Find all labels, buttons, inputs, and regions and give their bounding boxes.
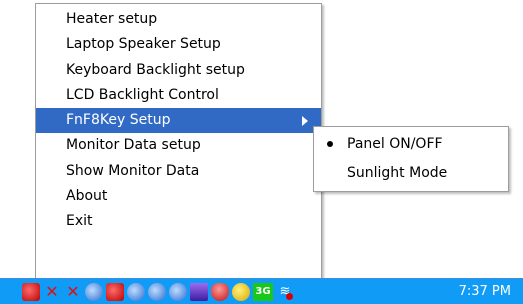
submenu-item-panel-on-off[interactable]: Panel ON/OFF xyxy=(314,130,508,159)
menu-item-heater-setup[interactable]: Heater setup xyxy=(36,7,321,32)
submenu-arrow-icon xyxy=(302,116,308,127)
security-icon[interactable] xyxy=(169,283,187,301)
sync-icon[interactable] xyxy=(127,283,145,301)
menu-item-label: Monitor Data setup xyxy=(66,137,201,154)
submenu-item-sunlight-mode[interactable]: Sunlight Mode xyxy=(314,159,508,188)
menu-item-exit[interactable]: Exit xyxy=(36,209,321,234)
menu-item-label: Laptop Speaker Setup xyxy=(66,36,221,53)
menu-item-label: FnF8Key Setup xyxy=(66,112,171,129)
menu-item-lcd-backlight-control[interactable]: LCD Backlight Control xyxy=(36,83,321,108)
menu-item-about[interactable]: About xyxy=(36,184,321,209)
menu-item-laptop-speaker-setup[interactable]: Laptop Speaker Setup xyxy=(36,32,321,57)
menu-item-label: Show Monitor Data xyxy=(66,162,200,179)
wifi-icon[interactable]: ≋ xyxy=(276,283,294,301)
menu-item-label: Exit xyxy=(66,213,93,230)
monitor-app-icon[interactable] xyxy=(190,283,208,301)
menu-item-keyboard-backlight-setup[interactable]: Keyboard Backlight setup xyxy=(36,58,321,83)
system-tray: ✕ ✕ 3G ≋ xyxy=(22,282,294,302)
network-error-icon[interactable]: ✕ xyxy=(43,283,61,301)
3g-icon[interactable]: 3G xyxy=(253,283,273,301)
speaker-icon[interactable] xyxy=(106,283,124,301)
menu-item-label: About xyxy=(66,188,108,205)
context-menu: Heater setup Laptop Speaker Setup Keyboa… xyxy=(35,3,322,279)
volume-icon[interactable] xyxy=(85,283,103,301)
menu-item-fnf8key-setup[interactable]: FnF8Key Setup xyxy=(36,108,321,134)
app-icon[interactable] xyxy=(22,283,40,301)
display-icon[interactable] xyxy=(148,283,166,301)
radio-bullet-icon xyxy=(327,141,333,147)
clock[interactable]: 7:37 PM xyxy=(459,279,511,304)
messenger-icon[interactable] xyxy=(232,283,250,301)
submenu-item-label: Panel ON/OFF xyxy=(347,136,443,152)
taskbar: ✕ ✕ 3G ≋ 7:37 PM xyxy=(0,278,523,304)
menu-item-label: LCD Backlight Control xyxy=(66,86,219,103)
menu-item-label: Keyboard Backlight setup xyxy=(66,61,245,78)
menu-item-monitor-data-setup[interactable]: Monitor Data setup xyxy=(36,133,321,158)
submenu: Panel ON/OFF Sunlight Mode xyxy=(313,126,509,192)
submenu-item-label: Sunlight Mode xyxy=(347,165,448,181)
menu-item-label: Heater setup xyxy=(66,11,158,27)
menu-item-show-monitor-data[interactable]: Show Monitor Data xyxy=(36,159,321,184)
shield-icon[interactable] xyxy=(211,283,229,301)
network-error-icon[interactable]: ✕ xyxy=(64,283,82,301)
